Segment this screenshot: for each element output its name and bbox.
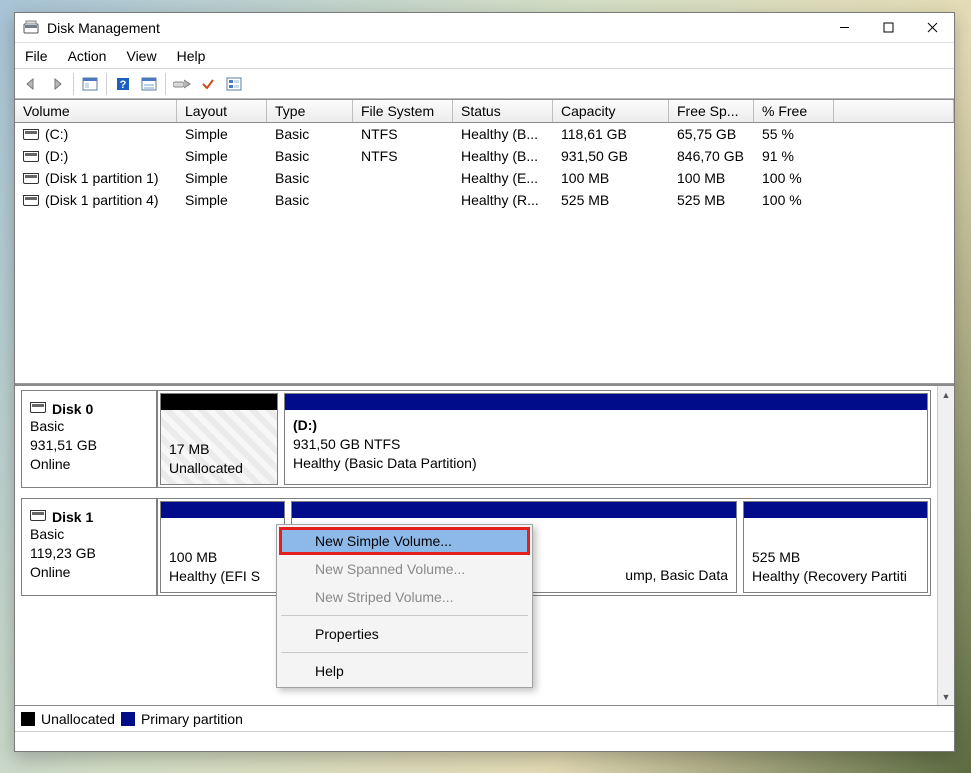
disk-icon	[30, 402, 46, 413]
svg-text:?: ?	[120, 79, 127, 91]
minimize-button[interactable]	[822, 13, 866, 43]
drive-icon	[23, 195, 39, 206]
ctx-separator	[281, 652, 528, 653]
legend: Unallocated Primary partition	[15, 705, 954, 731]
volume-list: Volume Layout Type File System Status Ca…	[15, 99, 954, 384]
disk-info[interactable]: Disk 0 Basic 931,51 GB Online	[22, 391, 158, 487]
partition-unallocated[interactable]: 17 MB Unallocated	[160, 393, 278, 485]
legend-swatch-primary	[121, 712, 135, 726]
volume-row[interactable]: (C:) Simple Basic NTFS Healthy (B... 118…	[15, 123, 954, 145]
menu-help[interactable]: Help	[177, 48, 206, 64]
col-capacity[interactable]: Capacity	[553, 100, 669, 122]
maximize-button[interactable]	[866, 13, 910, 43]
col-volume[interactable]: Volume	[15, 100, 177, 122]
volume-header-row: Volume Layout Type File System Status Ca…	[15, 99, 954, 123]
refresh-icon[interactable]	[170, 72, 194, 96]
legend-label: Unallocated	[41, 711, 115, 727]
col-type[interactable]: Type	[267, 100, 353, 122]
scroll-up-icon[interactable]: ▲	[938, 386, 954, 403]
back-button[interactable]	[19, 72, 43, 96]
close-button[interactable]	[910, 13, 954, 43]
volume-row[interactable]: (D:) Simple Basic NTFS Healthy (B... 931…	[15, 145, 954, 167]
scroll-down-icon[interactable]: ▼	[938, 688, 954, 705]
partition-recovery[interactable]: 525 MB Healthy (Recovery Partiti	[743, 501, 928, 593]
legend-swatch-unallocated	[21, 712, 35, 726]
ctx-properties[interactable]: Properties	[279, 620, 530, 648]
volume-row[interactable]: (Disk 1 partition 4) Simple Basic Health…	[15, 189, 954, 211]
ctx-new-simple-volume[interactable]: New Simple Volume...	[279, 527, 530, 555]
ctx-new-spanned-volume: New Spanned Volume...	[279, 555, 530, 583]
drive-icon	[23, 129, 39, 140]
volume-rows: (C:) Simple Basic NTFS Healthy (B... 118…	[15, 123, 954, 383]
status-bar	[15, 731, 954, 751]
partition-efi[interactable]: 100 MB Healthy (EFI S	[160, 501, 285, 593]
ctx-separator	[281, 615, 528, 616]
col-status[interactable]: Status	[453, 100, 553, 122]
app-icon	[23, 20, 39, 36]
volume-row[interactable]: (Disk 1 partition 1) Simple Basic Health…	[15, 167, 954, 189]
disk-info[interactable]: Disk 1 Basic 119,23 GB Online	[22, 499, 158, 595]
menubar: File Action View Help	[15, 43, 954, 69]
drive-icon	[23, 151, 39, 162]
partition-d[interactable]: (D:) 931,50 GB NTFS Healthy (Basic Data …	[284, 393, 928, 485]
toolbar: ?	[15, 69, 954, 99]
col-free[interactable]: Free Sp...	[669, 100, 754, 122]
menu-file[interactable]: File	[25, 48, 48, 64]
col-layout[interactable]: Layout	[177, 100, 267, 122]
context-menu: New Simple Volume... New Spanned Volume.…	[276, 524, 533, 688]
ctx-new-striped-volume: New Striped Volume...	[279, 583, 530, 611]
ctx-help[interactable]: Help	[279, 657, 530, 685]
titlebar: Disk Management	[15, 13, 954, 43]
list-icon[interactable]	[222, 72, 246, 96]
show-hide-console-tree-icon[interactable]	[78, 72, 102, 96]
menu-view[interactable]: View	[126, 48, 156, 64]
menu-action[interactable]: Action	[68, 48, 107, 64]
col-spare[interactable]	[834, 100, 954, 122]
vertical-scrollbar[interactable]: ▲ ▼	[937, 386, 954, 705]
drive-icon	[23, 173, 39, 184]
settings-icon[interactable]	[137, 72, 161, 96]
disk-icon	[30, 510, 46, 521]
col-fs[interactable]: File System	[353, 100, 453, 122]
disk-row: Disk 0 Basic 931,51 GB Online 17 MB Unal…	[21, 390, 931, 488]
rescan-icon[interactable]	[196, 72, 220, 96]
legend-label: Primary partition	[141, 711, 243, 727]
help-icon[interactable]: ?	[111, 72, 135, 96]
col-pct[interactable]: % Free	[754, 100, 834, 122]
window-title: Disk Management	[47, 20, 160, 36]
forward-button[interactable]	[45, 72, 69, 96]
